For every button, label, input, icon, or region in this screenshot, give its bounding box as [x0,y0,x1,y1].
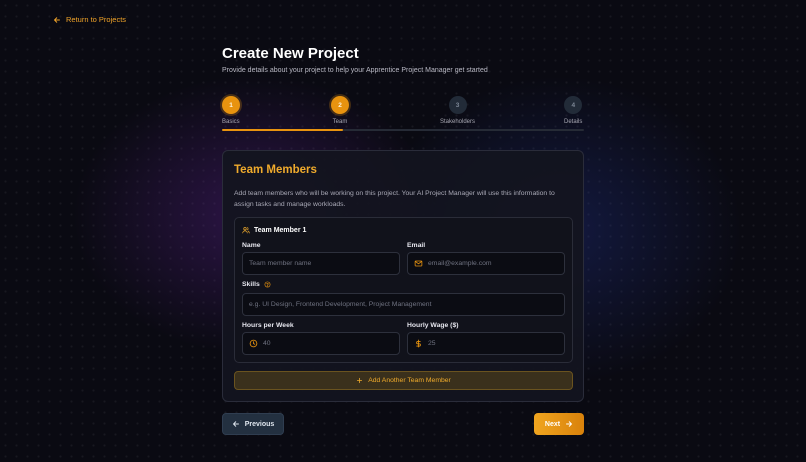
users-icon [242,227,250,234]
clock-icon [249,339,258,348]
card-description: Add team members who will be working on … [234,190,555,208]
name-label: Name [242,242,261,249]
step-stakeholders[interactable]: 3 Stakeholders [440,96,475,125]
next-label: Next [544,420,561,428]
skills-placeholder: e.g. UI Design, Frontend Development, Pr… [249,301,432,308]
arrow-left-icon [54,16,60,23]
plus-icon [357,377,363,384]
help-circle-icon[interactable] [264,281,271,288]
mail-icon [414,260,423,267]
hours-label: Hours per Week [242,322,294,329]
add-team-member-label: Add Another Team Member [368,377,451,384]
step-number: 2 [331,96,349,114]
email-input[interactable]: email@example.com [407,252,565,275]
add-team-member-button[interactable]: Add Another Team Member [234,371,573,390]
step-number: 1 [222,96,240,114]
email-placeholder: email@example.com [428,260,492,267]
step-number: 3 [448,96,467,114]
skills-label: Skills [242,281,260,288]
page-subtitle: Provide details about your project to he… [222,67,488,74]
wage-label: Hourly Wage ($) [407,322,459,329]
hours-placeholder: 40 [263,340,271,347]
card-title: Team Members [234,164,317,176]
previous-button[interactable]: Previous [222,413,284,435]
step-team[interactable]: 2 Team [331,96,349,125]
dollar-icon [416,339,421,348]
wage-placeholder: 25 [428,340,436,347]
arrow-left-icon [232,421,239,427]
progress-track [222,129,584,131]
arrow-right-icon [566,421,573,427]
step-details[interactable]: 4 Details [564,96,583,125]
next-button[interactable]: Next [534,413,584,435]
team-member-panel: Team Member 1 Name Team member name Emai… [234,217,573,363]
return-to-projects-label: Return to Projects [66,15,127,24]
name-placeholder: Team member name [249,260,312,267]
hours-input[interactable]: 40 [242,332,400,355]
progress-fill [222,129,343,131]
previous-label: Previous [244,420,275,428]
project-stepper: 1 Basics 2 Team 3 Stakeholders 4 Details [222,96,584,132]
skills-label-row: Skills [242,281,271,288]
team-member-heading: Team Member 1 [242,226,306,234]
team-members-card: Team Members Add team members who will b… [222,150,584,402]
step-label: Stakeholders [440,119,476,125]
page-title: Create New Project [222,45,359,62]
return-to-projects-link[interactable]: Return to Projects [53,15,126,24]
skills-input[interactable]: e.g. UI Design, Frontend Development, Pr… [242,293,565,316]
step-label: Details [564,119,583,125]
name-input[interactable]: Team member name [242,252,400,275]
step-basics[interactable]: 1 Basics [222,96,240,125]
wage-input[interactable]: 25 [407,332,565,355]
team-member-heading-text: Team Member 1 [254,226,307,234]
step-label: Basics [222,119,240,125]
step-number: 4 [564,96,583,114]
step-label: Team [332,119,348,125]
email-label: Email [407,242,426,249]
